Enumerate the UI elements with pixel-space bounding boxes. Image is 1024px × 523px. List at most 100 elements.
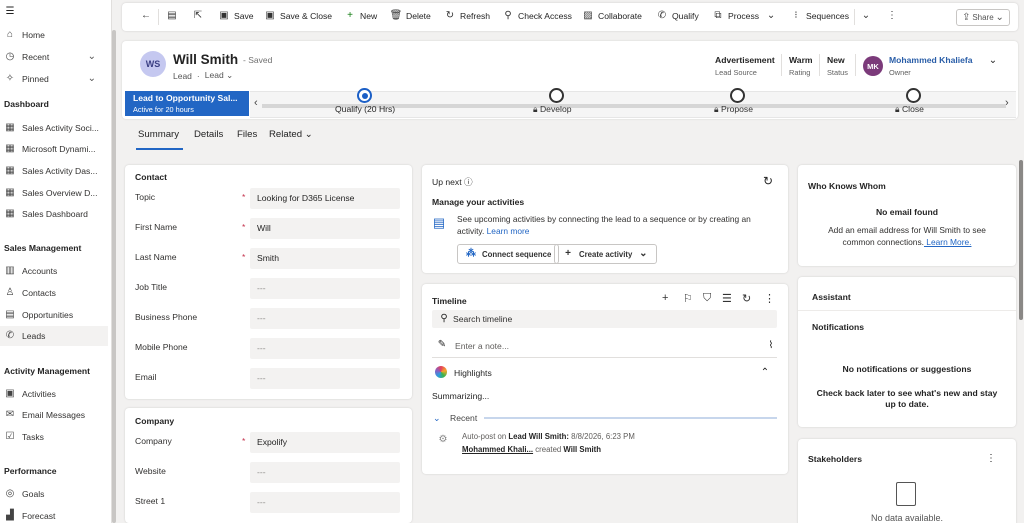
collaborate-button[interactable]: ▨ Collaborate (582, 10, 642, 22)
save-close-button[interactable]: ▣ Save & Close (264, 10, 332, 22)
sort-list-icon[interactable]: ☰ (722, 292, 732, 305)
sidebar-item-pinned[interactable]: ✧ Pinned ⌄ (0, 69, 108, 89)
bookmark-icon[interactable]: ⚐ (683, 292, 693, 305)
form-view-button[interactable]: ▤ (166, 10, 182, 22)
sidebar-item-dashboard[interactable]: ▦ Sales Activity Das... (0, 161, 108, 181)
sidebar-item-forecast[interactable]: ▟ Forecast (0, 506, 108, 523)
stage-propose[interactable]: 🔒︎ Propose (714, 104, 753, 115)
post-author-link[interactable]: Mohammed Khali... (462, 445, 533, 454)
field-label: Company (135, 436, 172, 446)
form-icon: ▤ (167, 10, 177, 21)
sidebar-item-accounts[interactable]: ▥ Accounts (0, 261, 108, 281)
refresh-button[interactable]: ↻ Refresh (444, 10, 490, 22)
share-button[interactable]: ⇪ Share ⌄ (956, 9, 1010, 26)
phone-check-icon: ✆ (657, 10, 667, 21)
divider (432, 357, 777, 358)
sidebar-item-dashboard[interactable]: ▦ Sales Activity Soci... (0, 118, 108, 138)
create-activity-button[interactable]: + Create activity ⌄ (554, 244, 658, 264)
info-icon[interactable]: ⓘ (464, 177, 473, 187)
sidebar-item-activities[interactable]: ▣ Activities (0, 384, 108, 404)
back-button[interactable]: ← (140, 10, 156, 22)
sidebar-item-recent[interactable]: ◷ Recent ⌄ (0, 47, 108, 67)
add-icon[interactable]: + (662, 292, 668, 304)
last-name-field[interactable]: Smith (250, 248, 400, 269)
sidebar-item-leads[interactable]: ✆ Leads (0, 326, 108, 346)
owner-name-link[interactable]: Mohammed Khaliefa (889, 55, 973, 65)
form-selector[interactable]: Lead ⌄ (205, 70, 233, 81)
qualify-button[interactable]: ✆ Qualify (656, 10, 699, 22)
attachment-icon[interactable]: ⌇ (765, 340, 777, 352)
more-vertical-icon[interactable]: ⋮ (764, 292, 775, 305)
sidebar-item-contacts[interactable]: ♙ Contacts (0, 283, 108, 303)
timeline-post-header: Auto-post on Lead Will Smith: 8/8/2026, … (462, 432, 635, 441)
stage-develop-dot[interactable] (549, 88, 564, 103)
tab-related[interactable]: Related ⌄ (269, 129, 313, 140)
filter-icon[interactable]: ⛉ (703, 292, 711, 305)
more-vertical-icon[interactable]: ⋮ (985, 453, 997, 465)
first-name-field[interactable]: Will (250, 218, 400, 239)
company-field[interactable]: Expolify (250, 432, 400, 453)
job-title-field[interactable]: --- (250, 278, 400, 299)
sidebar-scrollbar[interactable] (112, 30, 116, 523)
sidebar-item-dashboard[interactable]: ▦ Microsoft Dynami... (0, 139, 108, 159)
connect-sequence-button[interactable]: ⁂ Connect sequence (457, 244, 560, 264)
sidebar-item-label: Sales Activity Soci... (22, 123, 99, 133)
topic-field[interactable]: Looking for D365 License (250, 188, 400, 209)
sidebar-item-tasks[interactable]: ☑ Tasks (0, 427, 108, 447)
stakeholders-card (798, 439, 1016, 523)
tab-summary[interactable]: Summary (138, 129, 179, 140)
check-access-button[interactable]: ⚲ Check Access (502, 10, 572, 22)
new-button[interactable]: + New (344, 10, 377, 22)
note-input[interactable]: Enter a note... (455, 341, 509, 351)
process-button[interactable]: ⧉ Process ⌄ (712, 10, 781, 22)
refresh-icon[interactable]: ↻ (742, 292, 751, 305)
email-field[interactable]: --- (250, 368, 400, 389)
stage-develop[interactable]: 🔒︎ Develop (533, 104, 572, 115)
chevron-down-icon[interactable]: ⌄ (88, 51, 96, 62)
sidebar-item-label: Goals (22, 489, 45, 499)
hamburger-menu-icon[interactable]: ☰ (3, 6, 17, 18)
sequences-button[interactable]: ⁝ Sequences (790, 10, 849, 22)
main-scrollbar[interactable] (1019, 160, 1023, 320)
open-new-window-button[interactable]: ⇱ (192, 10, 208, 22)
street-1-field[interactable]: --- (250, 492, 400, 513)
collaborate-icon: ▨ (583, 10, 593, 21)
stage-close-dot[interactable] (906, 88, 921, 103)
tab-details[interactable]: Details (194, 129, 223, 140)
business-phone-field[interactable]: --- (250, 308, 400, 329)
learn-more-link[interactable]: Learn more (487, 226, 530, 236)
target-icon: ◎ (5, 488, 15, 499)
chevron-down-icon[interactable]: ⌄ (88, 73, 96, 84)
tab-files[interactable]: Files (237, 129, 257, 140)
sidebar-item-label: Email Messages (22, 410, 86, 420)
divider (798, 310, 1016, 311)
chevron-down-icon[interactable]: ⌄ (987, 55, 999, 67)
sidebar-item-email-messages[interactable]: ✉ Email Messages (0, 405, 108, 425)
mobile-phone-field[interactable]: --- (250, 338, 400, 359)
refresh-icon[interactable]: ↻ (762, 175, 774, 187)
document-icon: ▤ (5, 309, 15, 320)
overflow-menu-button[interactable]: ⋮ (886, 10, 902, 22)
more-commands-chevron[interactable]: ⌄ (860, 10, 876, 22)
stage-qualify-dot[interactable] (357, 88, 372, 103)
learn-more-link[interactable]: Learn More. (924, 237, 971, 247)
stage-propose-dot[interactable] (730, 88, 745, 103)
sidebar-item-home[interactable]: ⌂ Home (0, 25, 108, 45)
bpf-active-process[interactable]: Lead to Opportunity Sal... Active for 20… (125, 91, 249, 116)
delete-button[interactable]: 🗑 Delete (390, 10, 431, 22)
sidebar-item-dashboard[interactable]: ▦ Sales Overview D... (0, 183, 108, 203)
chevron-down-icon[interactable]: ⌄ (433, 413, 441, 424)
field-value: Advertisement (715, 55, 775, 65)
website-field[interactable]: --- (250, 462, 400, 483)
chevron-left-icon[interactable]: ‹ (254, 97, 258, 109)
search-placeholder: Search timeline (453, 314, 513, 324)
stage-qualify-label[interactable]: Qualify (20 Hrs) (335, 104, 395, 114)
sidebar-item-goals[interactable]: ◎ Goals (0, 484, 108, 504)
sidebar-item-opportunities[interactable]: ▤ Opportunities (0, 305, 108, 325)
stage-close[interactable]: 🔒︎ Close (895, 104, 924, 115)
clock-icon: ◷ (5, 51, 15, 62)
chevron-up-icon[interactable]: ⌃ (759, 367, 771, 379)
search-icon: ⚲ (440, 313, 448, 324)
save-button[interactable]: ▣ Save (218, 10, 253, 22)
sidebar-item-dashboard[interactable]: ▦ Sales Dashboard (0, 204, 108, 224)
